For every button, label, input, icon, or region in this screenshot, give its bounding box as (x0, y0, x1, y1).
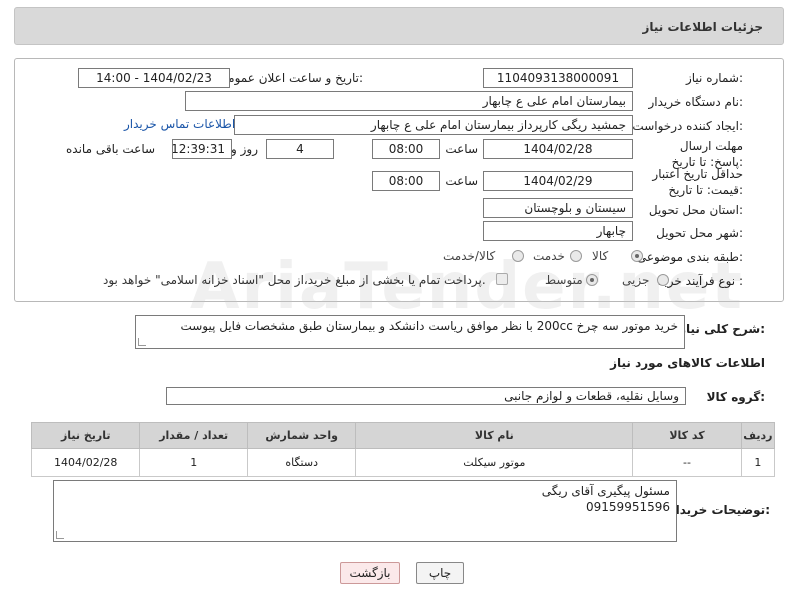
category-option-goods: کالا (592, 249, 609, 263)
goods-group-label: گروه کالا: (706, 390, 765, 404)
col-date: تاریخ نیاز (30, 422, 141, 449)
payment-note: پرداخت تمام یا بخشی از مبلغ خرید،از محل … (103, 273, 486, 287)
creator-label: ایجاد کننده درخواست: (632, 119, 743, 133)
table-row[interactable]: 1 -- موتور سیکلت دستگاه 1 1404/02/28 (30, 448, 776, 477)
reply-time-label: ساعت (445, 142, 478, 156)
description-textarea[interactable]: خرید موتور سه چرخ 200cc با نظر موافق ریا… (135, 315, 685, 349)
remaining-time-field[interactable]: 12:39:31 (172, 139, 232, 159)
resize-handle[interactable] (138, 338, 146, 346)
reply-time-field[interactable]: 08:00 (372, 139, 440, 159)
goods-section-title: اطلاعات کالاهای مورد نیاز (610, 356, 765, 370)
cell-code: -- (632, 448, 742, 477)
buyer-org-field[interactable]: بیمارستان امام علی ع چابهار (185, 91, 633, 111)
category-label: طبقه بندی موضوعی: (636, 250, 743, 264)
print-button[interactable]: چاپ (416, 562, 464, 584)
need-number-field[interactable]: 1104093138000091 (483, 68, 633, 88)
price-time-label: ساعت (445, 174, 478, 188)
cell-name: موتور سیکلت (355, 448, 634, 477)
process-option-medium: متوسط (545, 273, 583, 287)
col-row: ردیف (740, 422, 776, 449)
contact-info-link[interactable]: اطلاعات تماس خریدار (124, 117, 235, 131)
price-time-field[interactable]: 08:00 (372, 171, 440, 191)
description-label: شرح کلی نیاز: (679, 322, 765, 336)
description-text: خرید موتور سه چرخ 200cc با نظر موافق ریا… (180, 319, 678, 333)
category-option-goods-service: کالا/خدمت (443, 249, 496, 263)
category-radio-goods-service[interactable] (512, 250, 524, 262)
col-code: کد کالا (632, 422, 742, 449)
col-qty: تعداد / مقدار (139, 422, 248, 449)
col-name: نام کالا (355, 422, 634, 449)
goods-table-header: ردیف کد کالا نام کالا واحد شمارش تعداد /… (30, 422, 776, 449)
treasury-payment-checkbox[interactable] (496, 273, 508, 285)
resize-handle[interactable] (56, 531, 64, 539)
page-title: جزئیات اطلاعات نیاز (642, 20, 763, 34)
buyer-notes-textarea[interactable]: مسئول پیگیری آقای ریگی 09159951596 (53, 480, 677, 542)
page-header: جزئیات اطلاعات نیاز (14, 7, 784, 45)
back-button[interactable]: بازگشت (340, 562, 400, 584)
category-radio-service[interactable] (570, 250, 582, 262)
process-label: نوع فرآیند خرید : (658, 274, 743, 288)
goods-group-field[interactable]: وسایل نقلیه، قطعات و لوازم جانبی (166, 387, 686, 405)
announce-label: تاریخ و ساعت اعلان عمومی: (218, 71, 363, 85)
category-option-service: خدمت (533, 249, 565, 263)
process-option-minor: جزیی (622, 273, 650, 287)
buyer-notes-label: توضیحات خریدار: (668, 503, 770, 517)
province-field[interactable]: سیستان و بلوچستان (483, 198, 633, 218)
creator-field[interactable]: جمشید ریگی کارپرداز بیمارستان امام علی ع… (234, 115, 633, 135)
province-label: استان محل تحویل: (648, 203, 743, 217)
goods-table: ردیف کد کالا نام کالا واحد شمارش تعداد /… (30, 422, 776, 477)
category-radio-goods[interactable] (631, 250, 643, 262)
announce-field[interactable]: 1404/02/23 - 14:00 (78, 68, 230, 88)
buyer-notes-line2: 09159951596 (586, 500, 670, 514)
need-number-label: شماره نیاز: (685, 71, 743, 85)
col-unit: واحد شمارش (246, 422, 357, 449)
process-radio-minor[interactable] (657, 274, 669, 286)
cell-date: 1404/02/28 (30, 448, 141, 477)
days-field[interactable]: 4 (266, 139, 334, 159)
city-label: شهر محل تحویل: (656, 226, 743, 240)
buyer-org-label: نام دستگاه خریدار: (648, 95, 744, 109)
remaining-label: ساعت باقی مانده (66, 142, 156, 156)
cell-unit: دستگاه (246, 448, 357, 477)
price-date-field[interactable]: 1404/02/29 (483, 171, 633, 191)
process-radio-medium[interactable] (586, 274, 598, 286)
price-validity-label: حداقل تاریخ اعتبار قیمت: تا تاریخ: (652, 167, 743, 197)
cell-qty: 1 (139, 448, 248, 477)
cell-row: 1 (740, 448, 776, 477)
buyer-notes-line1: مسئول پیگیری آقای ریگی (541, 484, 670, 498)
reply-date-field[interactable]: 1404/02/28 (483, 139, 633, 159)
city-field[interactable]: چابهار (483, 221, 633, 241)
days-label: روز و (231, 142, 258, 156)
